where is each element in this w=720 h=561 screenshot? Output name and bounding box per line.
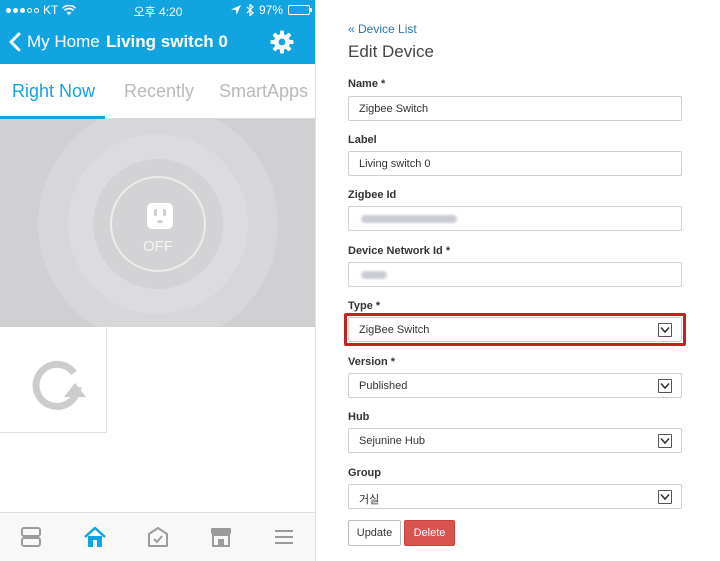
switch-state-label: OFF (143, 238, 173, 255)
nav-row: My Home Living switch 0 (0, 20, 315, 64)
name-input[interactable] (348, 96, 682, 121)
chevron-down-icon[interactable] (658, 379, 672, 393)
bluetooth-icon (246, 4, 254, 16)
redacted-value (361, 215, 457, 223)
hub-select[interactable]: Sejunine Hub (348, 428, 682, 453)
hub-label: Hub (348, 411, 370, 423)
routines-icon[interactable] (146, 525, 170, 549)
screenshot: KT 오후 4:20 97% My Home Living switch 0 R… (0, 0, 720, 561)
version-select-value: Published (359, 380, 408, 392)
version-label: Version * (348, 356, 396, 368)
network-id-label: Device Network Id * (348, 245, 451, 257)
device-list-link[interactable]: « Device List (348, 22, 417, 36)
name-label: Name * (348, 78, 386, 90)
zigbee-id-label: Zigbee Id (348, 189, 397, 201)
tab-recently[interactable]: Recently (124, 81, 194, 102)
chevron-down-icon[interactable] (658, 434, 672, 448)
type-label: Type * (348, 300, 381, 312)
label-input[interactable] (348, 151, 682, 176)
chevron-left-icon[interactable] (8, 32, 22, 52)
bottom-nav (0, 512, 315, 561)
status-bar: KT 오후 4:20 97% (0, 0, 315, 20)
battery-percent: 97% (258, 3, 283, 17)
update-button[interactable]: Update (348, 520, 401, 546)
page-title: Living switch 0 (106, 32, 228, 51)
tiles-icon[interactable] (19, 525, 43, 549)
page-heading: Edit Device (348, 42, 434, 61)
battery-icon (288, 5, 312, 15)
group-label: Group (348, 467, 381, 479)
tab-right-now[interactable]: Right Now (12, 81, 95, 102)
redacted-value (361, 271, 387, 279)
power-outlet-icon (147, 203, 173, 229)
app-header: KT 오후 4:20 97% My Home Living switch 0 (0, 0, 315, 64)
tab-smartapps[interactable]: SmartApps (219, 81, 308, 102)
group-select-value: 거실 (359, 494, 380, 506)
switch-toggle[interactable]: OFF (110, 176, 206, 272)
edit-device-page: « Device List Edit Device Name * Label Z… (316, 0, 720, 561)
location-icon (230, 5, 241, 15)
chevron-down-icon[interactable] (658, 490, 672, 504)
group-select[interactable]: 거실 (348, 484, 682, 509)
label-label: Label (348, 134, 377, 146)
menu-icon[interactable] (272, 525, 296, 549)
phone-app: KT 오후 4:20 97% My Home Living switch 0 R… (0, 0, 316, 561)
hub-select-value: Sejunine Hub (359, 435, 426, 447)
zigbee-id-input[interactable] (348, 206, 682, 231)
home-icon[interactable] (83, 525, 107, 549)
refresh-icon (32, 360, 86, 410)
network-id-input[interactable] (348, 262, 682, 287)
gear-icon[interactable] (270, 30, 294, 54)
back-button[interactable]: My Home (27, 32, 100, 52)
version-select[interactable]: Published (348, 373, 682, 398)
tab-bar: Right Now Recently SmartApps (0, 64, 315, 119)
device-tile[interactable]: OFF (0, 119, 315, 327)
type-highlight-box (344, 313, 686, 346)
refresh-tile[interactable] (0, 327, 107, 433)
delete-button[interactable]: Delete (404, 520, 455, 546)
marketplace-icon[interactable] (209, 525, 233, 549)
